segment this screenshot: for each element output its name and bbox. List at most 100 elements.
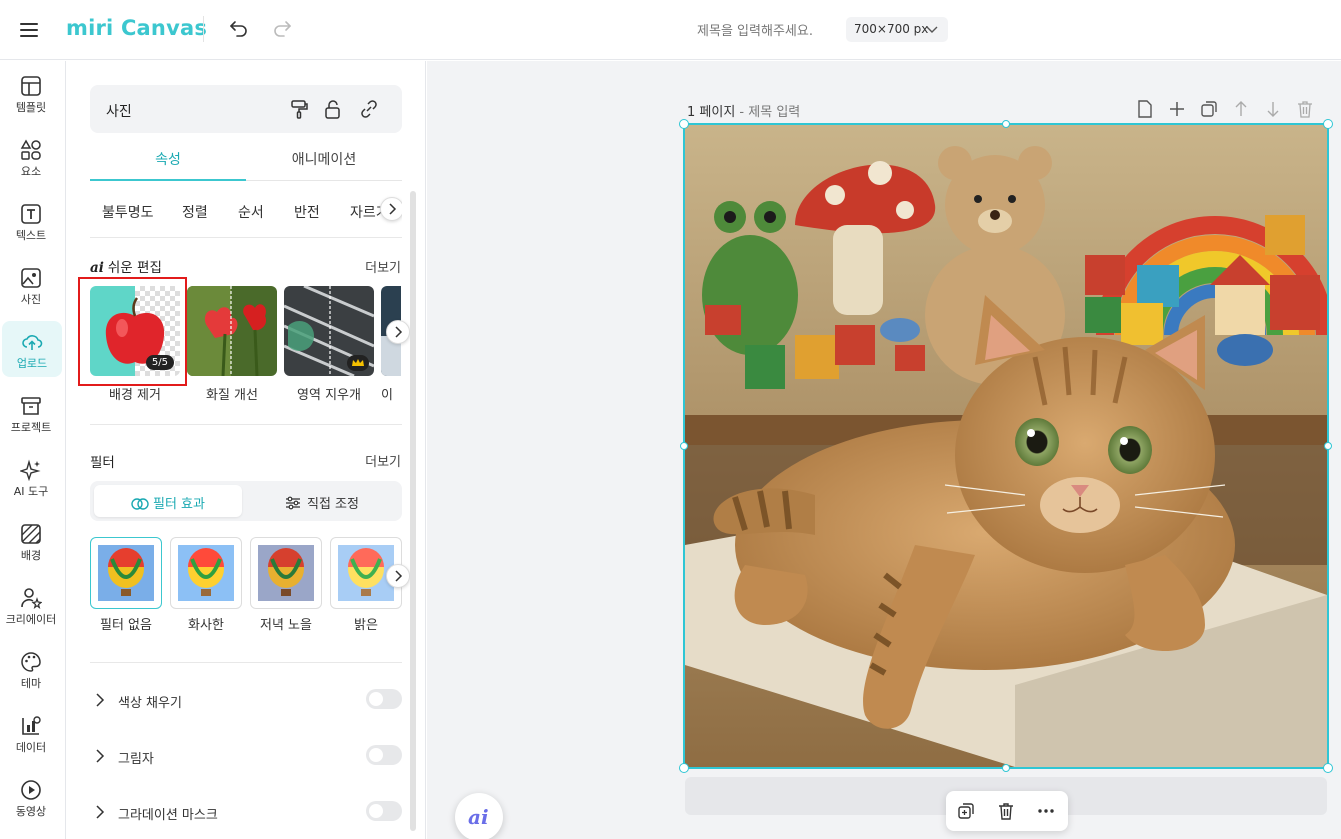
- easy-edit-upscale[interactable]: [187, 286, 277, 376]
- gradient-mask-toggle[interactable]: [366, 801, 402, 821]
- rail-item-creator[interactable]: 크리에이터: [0, 577, 62, 633]
- rail-item-project[interactable]: 프로젝트: [0, 385, 62, 441]
- accordion-gradient-mask[interactable]: 그라데이션 마스크: [90, 798, 402, 826]
- subtab-opacity[interactable]: 불투명도: [102, 202, 154, 222]
- more-options-icon[interactable]: [1036, 801, 1056, 821]
- subtab-flip[interactable]: 반전: [294, 202, 320, 222]
- canvas-workspace: 1 페이지 - 제목 입력: [427, 61, 1341, 839]
- rail-label: 크리에이터: [5, 613, 57, 626]
- sliders-icon: [286, 496, 300, 510]
- subtab-align[interactable]: 정렬: [182, 202, 208, 222]
- add-page-icon[interactable]: [1167, 99, 1187, 119]
- resize-handle-bottom-left[interactable]: [679, 763, 689, 773]
- rail-label: 프로젝트: [10, 421, 52, 434]
- undo-icon[interactable]: [227, 16, 253, 42]
- rail-item-video[interactable]: 동영상: [0, 769, 62, 825]
- filter-more-link[interactable]: 더보기: [365, 451, 401, 470]
- accordion-shadow[interactable]: 그림자: [90, 742, 402, 770]
- rail-item-theme[interactable]: 테마: [0, 641, 62, 697]
- redo-icon[interactable]: [270, 16, 296, 42]
- filter-vivid[interactable]: [170, 537, 242, 609]
- move-page-up-icon[interactable]: [1231, 99, 1251, 119]
- color-fill-toggle[interactable]: [366, 689, 402, 709]
- hamburger-menu-icon[interactable]: [18, 18, 42, 42]
- link-icon[interactable]: [358, 98, 380, 120]
- resize-handle-top[interactable]: [1002, 120, 1010, 128]
- filter-label-none: 필터 없음: [100, 618, 152, 633]
- rail-label: 사진: [20, 293, 42, 306]
- page-number: 1 페이지: [687, 105, 736, 120]
- rail-item-data[interactable]: 데이터: [0, 705, 62, 761]
- tab-animation[interactable]: 애니메이션: [246, 149, 402, 169]
- resize-handle-top-left[interactable]: [679, 119, 689, 129]
- duplicate-page-icon[interactable]: [1199, 99, 1219, 119]
- project-icon: [21, 397, 41, 415]
- chevron-right-icon: [96, 693, 105, 707]
- divider: [90, 237, 402, 238]
- filter-effect-button[interactable]: 필터 효과: [94, 485, 242, 517]
- shadow-toggle[interactable]: [366, 745, 402, 765]
- ai-logo-icon: ai: [468, 805, 489, 829]
- filter-circles-icon: [131, 498, 149, 510]
- top-bar: miri Canvas 제목을 입력해주세요. 700×700 px: [0, 0, 1341, 60]
- filter-none[interactable]: [90, 537, 162, 609]
- rail-label: 텍스트: [15, 229, 47, 242]
- rail-item-upload[interactable]: 업로드: [2, 321, 62, 377]
- move-page-down-icon[interactable]: [1263, 99, 1283, 119]
- subtabs: 불투명도 정렬 순서 반전 자르기: [90, 191, 402, 231]
- easy-edit-area-eraser[interactable]: [284, 286, 374, 376]
- unlock-icon[interactable]: [322, 98, 344, 120]
- rail-label: 요소: [20, 165, 42, 178]
- direct-adjust-button[interactable]: 직접 조정: [246, 485, 398, 517]
- accordion-label: 색상 채우기: [118, 696, 182, 711]
- template-icon: [21, 76, 41, 96]
- page-title-input[interactable]: 제목 입력: [748, 105, 800, 120]
- rail-label: AI 도구: [13, 485, 49, 498]
- delete-page-icon[interactable]: [1295, 99, 1315, 119]
- upload-icon: [22, 335, 43, 350]
- resize-handle-left[interactable]: [680, 442, 688, 450]
- rail-item-elements[interactable]: 요소: [0, 129, 62, 185]
- duplicate-element-icon[interactable]: [956, 801, 976, 821]
- chevron-right-icon[interactable]: [380, 197, 402, 221]
- filter-label-bright: 밝은: [354, 618, 378, 633]
- easy-edit-label-area-eraser: 영역 지우개: [297, 388, 361, 403]
- easy-edit-title: ai 쉬운 편집: [90, 256, 162, 276]
- rail-item-ai-tools[interactable]: AI 도구: [0, 449, 62, 505]
- canvas-size-select[interactable]: 700×700 px: [846, 17, 948, 42]
- data-chart-icon: [22, 716, 41, 735]
- document-title-input[interactable]: 제목을 입력해주세요.: [680, 20, 830, 39]
- accordion-color-fill[interactable]: 색상 채우기: [90, 686, 402, 714]
- photo-icon: [21, 268, 41, 288]
- chevron-right-icon[interactable]: [386, 320, 410, 344]
- panel-header: 사진: [90, 85, 402, 133]
- canvas-size-value: 700×700 px: [854, 22, 929, 36]
- paint-roller-icon[interactable]: [288, 98, 310, 120]
- rail-item-background[interactable]: 배경: [0, 513, 62, 569]
- rail-label: 동영상: [15, 805, 47, 818]
- rail-item-text[interactable]: 텍스트: [0, 193, 62, 249]
- rail-item-photo[interactable]: 사진: [0, 257, 62, 313]
- chevron-right-icon[interactable]: [386, 564, 410, 588]
- page-note-icon[interactable]: [1135, 99, 1155, 119]
- ai-assistant-button[interactable]: ai: [455, 793, 503, 839]
- rail-item-template[interactable]: 템플릿: [0, 65, 62, 121]
- delete-element-icon[interactable]: [996, 801, 1016, 821]
- ai-sparkle-icon: [20, 459, 41, 481]
- app-logo[interactable]: miri Canvas: [66, 16, 207, 40]
- resize-handle-right[interactable]: [1324, 442, 1332, 450]
- tab-properties[interactable]: 속성: [90, 149, 246, 169]
- chevron-down-icon: [926, 26, 938, 33]
- video-icon: [21, 780, 41, 800]
- resize-handle-bottom-right[interactable]: [1323, 763, 1333, 773]
- panel-scrollbar[interactable]: [410, 191, 416, 831]
- easy-edit-more-link[interactable]: 더보기: [365, 257, 401, 276]
- subtab-order[interactable]: 순서: [238, 202, 264, 222]
- divider: [90, 662, 402, 663]
- accordion-label: 그라데이션 마스크: [118, 808, 218, 823]
- resize-handle-top-right[interactable]: [1323, 119, 1333, 129]
- resize-handle-bottom[interactable]: [1002, 764, 1010, 772]
- filter-sunset[interactable]: [250, 537, 322, 609]
- accordion-label: 그림자: [118, 752, 154, 767]
- rail-label: 업로드: [16, 357, 48, 370]
